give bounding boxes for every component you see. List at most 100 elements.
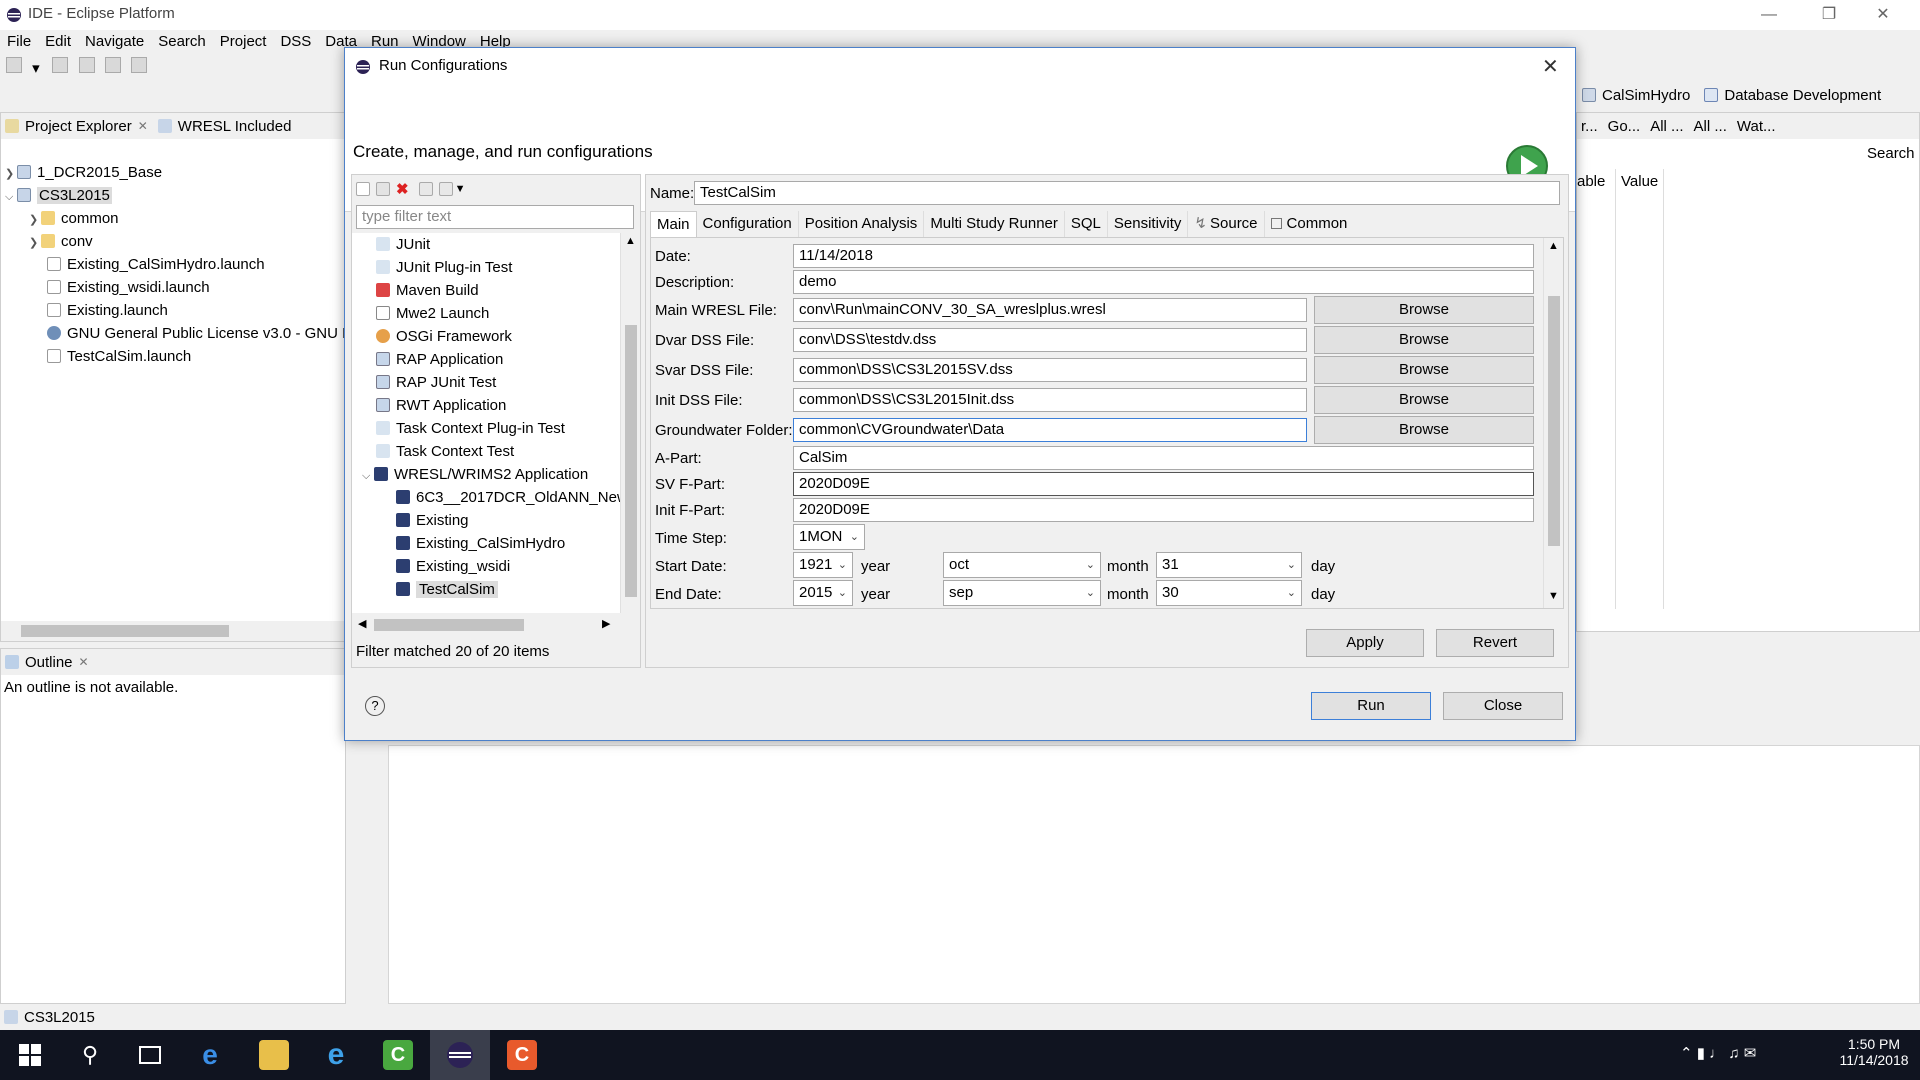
scroll-left-icon[interactable]: ◀ <box>358 617 366 630</box>
chevron-right-icon[interactable]: ❯ <box>5 163 17 186</box>
scroll-down-icon[interactable]: ▼ <box>1548 590 1559 602</box>
chevron-right-icon[interactable]: ❯ <box>29 209 41 232</box>
groundwater-input[interactable]: common\CVGroundwater\Data <box>793 418 1307 442</box>
close-tab-icon[interactable]: ✕ <box>138 119 148 133</box>
dialog-close-icon[interactable]: ✕ <box>1542 54 1559 79</box>
tab-common[interactable]: Common <box>1265 211 1354 237</box>
scroll-thumb[interactable] <box>625 325 637 597</box>
tab-right-2[interactable]: Go... <box>1608 118 1641 135</box>
tree-item[interactable]: Existing_wsidi <box>352 555 620 578</box>
scroll-right-icon[interactable]: ▶ <box>602 617 610 630</box>
tree-item[interactable]: ❯ common <box>5 207 345 230</box>
duplicate-config-icon[interactable] <box>376 182 390 196</box>
tab-right-4[interactable]: All ... <box>1694 118 1727 135</box>
tab-sql[interactable]: SQL <box>1065 211 1108 237</box>
perspective-database[interactable]: Database Development <box>1724 87 1881 104</box>
explorer-button[interactable] <box>244 1030 304 1080</box>
tab-outline[interactable]: Outline <box>25 654 73 671</box>
start-button[interactable] <box>0 1030 60 1080</box>
init-fpart-input[interactable]: 2020D09E <box>793 498 1534 522</box>
scroll-thumb[interactable] <box>374 619 524 631</box>
menu-file[interactable]: File <box>7 33 31 50</box>
close-button[interactable]: Close <box>1443 692 1563 720</box>
tab-right-5[interactable]: Wat... <box>1737 118 1776 135</box>
tree-item[interactable]: JUnit <box>352 233 620 256</box>
open-icon[interactable] <box>52 57 69 73</box>
tree-item[interactable]: ⌵ WRESL/WRIMS2 Application <box>352 463 620 486</box>
tray-icons[interactable]: ⌃ ▮ ♩ ♫ ✉ <box>1680 1044 1756 1062</box>
tab-wresl-included[interactable]: WRESL Included <box>178 118 292 135</box>
menu-navigate[interactable]: Navigate <box>85 33 144 50</box>
tree-item[interactable]: Existing.launch <box>5 299 345 322</box>
end-month-select[interactable]: sep ⌄ <box>943 580 1101 606</box>
tab-right-1[interactable]: r... <box>1581 118 1598 135</box>
tab-source[interactable]: ↯ Source <box>1188 211 1265 237</box>
tree-item[interactable]: RAP JUnit Test <box>352 371 620 394</box>
tree-item[interactable]: ❯ conv <box>5 230 345 253</box>
end-day-select[interactable]: 30 ⌄ <box>1156 580 1302 606</box>
browse-dvar-button[interactable]: Browse <box>1314 326 1534 354</box>
close-window-button[interactable]: ✕ <box>1860 0 1906 30</box>
tree-item[interactable]: RAP Application <box>352 348 620 371</box>
start-day-select[interactable]: 31 ⌄ <box>1156 552 1302 578</box>
sv-fpart-input[interactable]: 2020D09E <box>793 472 1534 496</box>
tree-item[interactable]: GNU General Public License v3.0 - GNU Pr… <box>5 322 365 345</box>
tree-item[interactable]: ❯ 1_DCR2015_Base <box>5 161 345 184</box>
tab-main[interactable]: Main <box>650 211 697 237</box>
tree-item[interactable]: Task Context Plug-in Test <box>352 417 620 440</box>
tree-item[interactable]: Existing_CalSimHydro <box>352 532 620 555</box>
browse-main-wresl-button[interactable]: Browse <box>1314 296 1534 324</box>
tree-item[interactable]: JUnit Plug-in Test <box>352 256 620 279</box>
clock[interactable]: 1:50 PM 11/14/2018 <box>1834 1036 1914 1068</box>
scroll-thumb[interactable] <box>1548 296 1560 546</box>
dvar-input[interactable]: conv\DSS\testdv.dss <box>793 328 1307 352</box>
main-wresl-input[interactable]: conv\Run\mainCONV_30_SA_wreslplus.wresl <box>793 298 1307 322</box>
vertical-scrollbar[interactable]: ▲ <box>620 233 640 613</box>
tree-item[interactable]: Existing_wsidi.launch <box>5 276 345 299</box>
minimize-button[interactable]: — <box>1746 0 1792 30</box>
browse-groundwater-button[interactable]: Browse <box>1314 416 1534 444</box>
edge-button[interactable]: e <box>180 1030 240 1080</box>
search-taskbar-button[interactable]: ⚲ <box>60 1030 120 1080</box>
collapse-all-icon[interactable] <box>418 182 433 196</box>
help-icon[interactable]: ? <box>365 696 385 716</box>
menu-project[interactable]: Project <box>220 33 267 50</box>
menu-dss[interactable]: DSS <box>280 33 311 50</box>
tab-multi-study-runner[interactable]: Multi Study Runner <box>924 211 1065 237</box>
save-icon[interactable] <box>78 57 95 73</box>
right-search-label[interactable]: Search <box>1867 145 1915 162</box>
run-button[interactable]: Run <box>1311 692 1431 720</box>
new-config-icon[interactable] <box>356 182 370 196</box>
chevron-down-icon[interactable]: ⌵ <box>5 186 17 209</box>
end-year-select[interactable]: 2015 ⌄ <box>793 580 853 606</box>
new-dropdown-icon[interactable]: ▾ <box>32 59 42 77</box>
tab-configuration[interactable]: Configuration <box>697 211 799 237</box>
camtasia-button[interactable]: C <box>368 1030 428 1080</box>
scroll-thumb[interactable] <box>21 625 229 637</box>
new-icon[interactable] <box>6 57 22 73</box>
tree-item[interactable]: Mwe2 Launch <box>352 302 620 325</box>
start-year-select[interactable]: 1921 ⌄ <box>793 552 853 578</box>
revert-button[interactable]: Revert <box>1436 629 1554 657</box>
chevron-down-icon[interactable]: ⌵ <box>362 465 374 488</box>
filter-input[interactable]: type filter text <box>356 205 634 229</box>
apart-input[interactable]: CalSim <box>793 446 1534 470</box>
delete-config-icon[interactable]: ✖ <box>396 180 409 198</box>
tab-right-3[interactable]: All ... <box>1650 118 1683 135</box>
tab-position-analysis[interactable]: Position Analysis <box>799 211 925 237</box>
tree-item[interactable]: Existing_CalSimHydro.launch <box>5 253 345 276</box>
tree-item[interactable]: OSGi Framework <box>352 325 620 348</box>
description-input[interactable]: demo <box>793 270 1534 294</box>
tree-item[interactable]: 6C3__2017DCR_OldANN_New <box>352 486 620 509</box>
horizontal-scrollbar[interactable]: ◀ ▶ <box>352 615 640 635</box>
name-input[interactable]: TestCalSim <box>694 181 1560 205</box>
tree-item[interactable]: Task Context Test <box>352 440 620 463</box>
apply-button[interactable]: Apply <box>1306 629 1424 657</box>
chevron-down-icon[interactable]: ▼ <box>455 183 466 195</box>
scroll-up-icon[interactable]: ▲ <box>1548 240 1559 252</box>
timestep-select[interactable]: 1MON ⌄ <box>793 524 865 550</box>
recorder-button[interactable]: C <box>492 1030 552 1080</box>
init-input[interactable]: common\DSS\CS3L2015Init.dss <box>793 388 1307 412</box>
task-view-button[interactable] <box>120 1030 180 1080</box>
menu-edit[interactable]: Edit <box>45 33 71 50</box>
